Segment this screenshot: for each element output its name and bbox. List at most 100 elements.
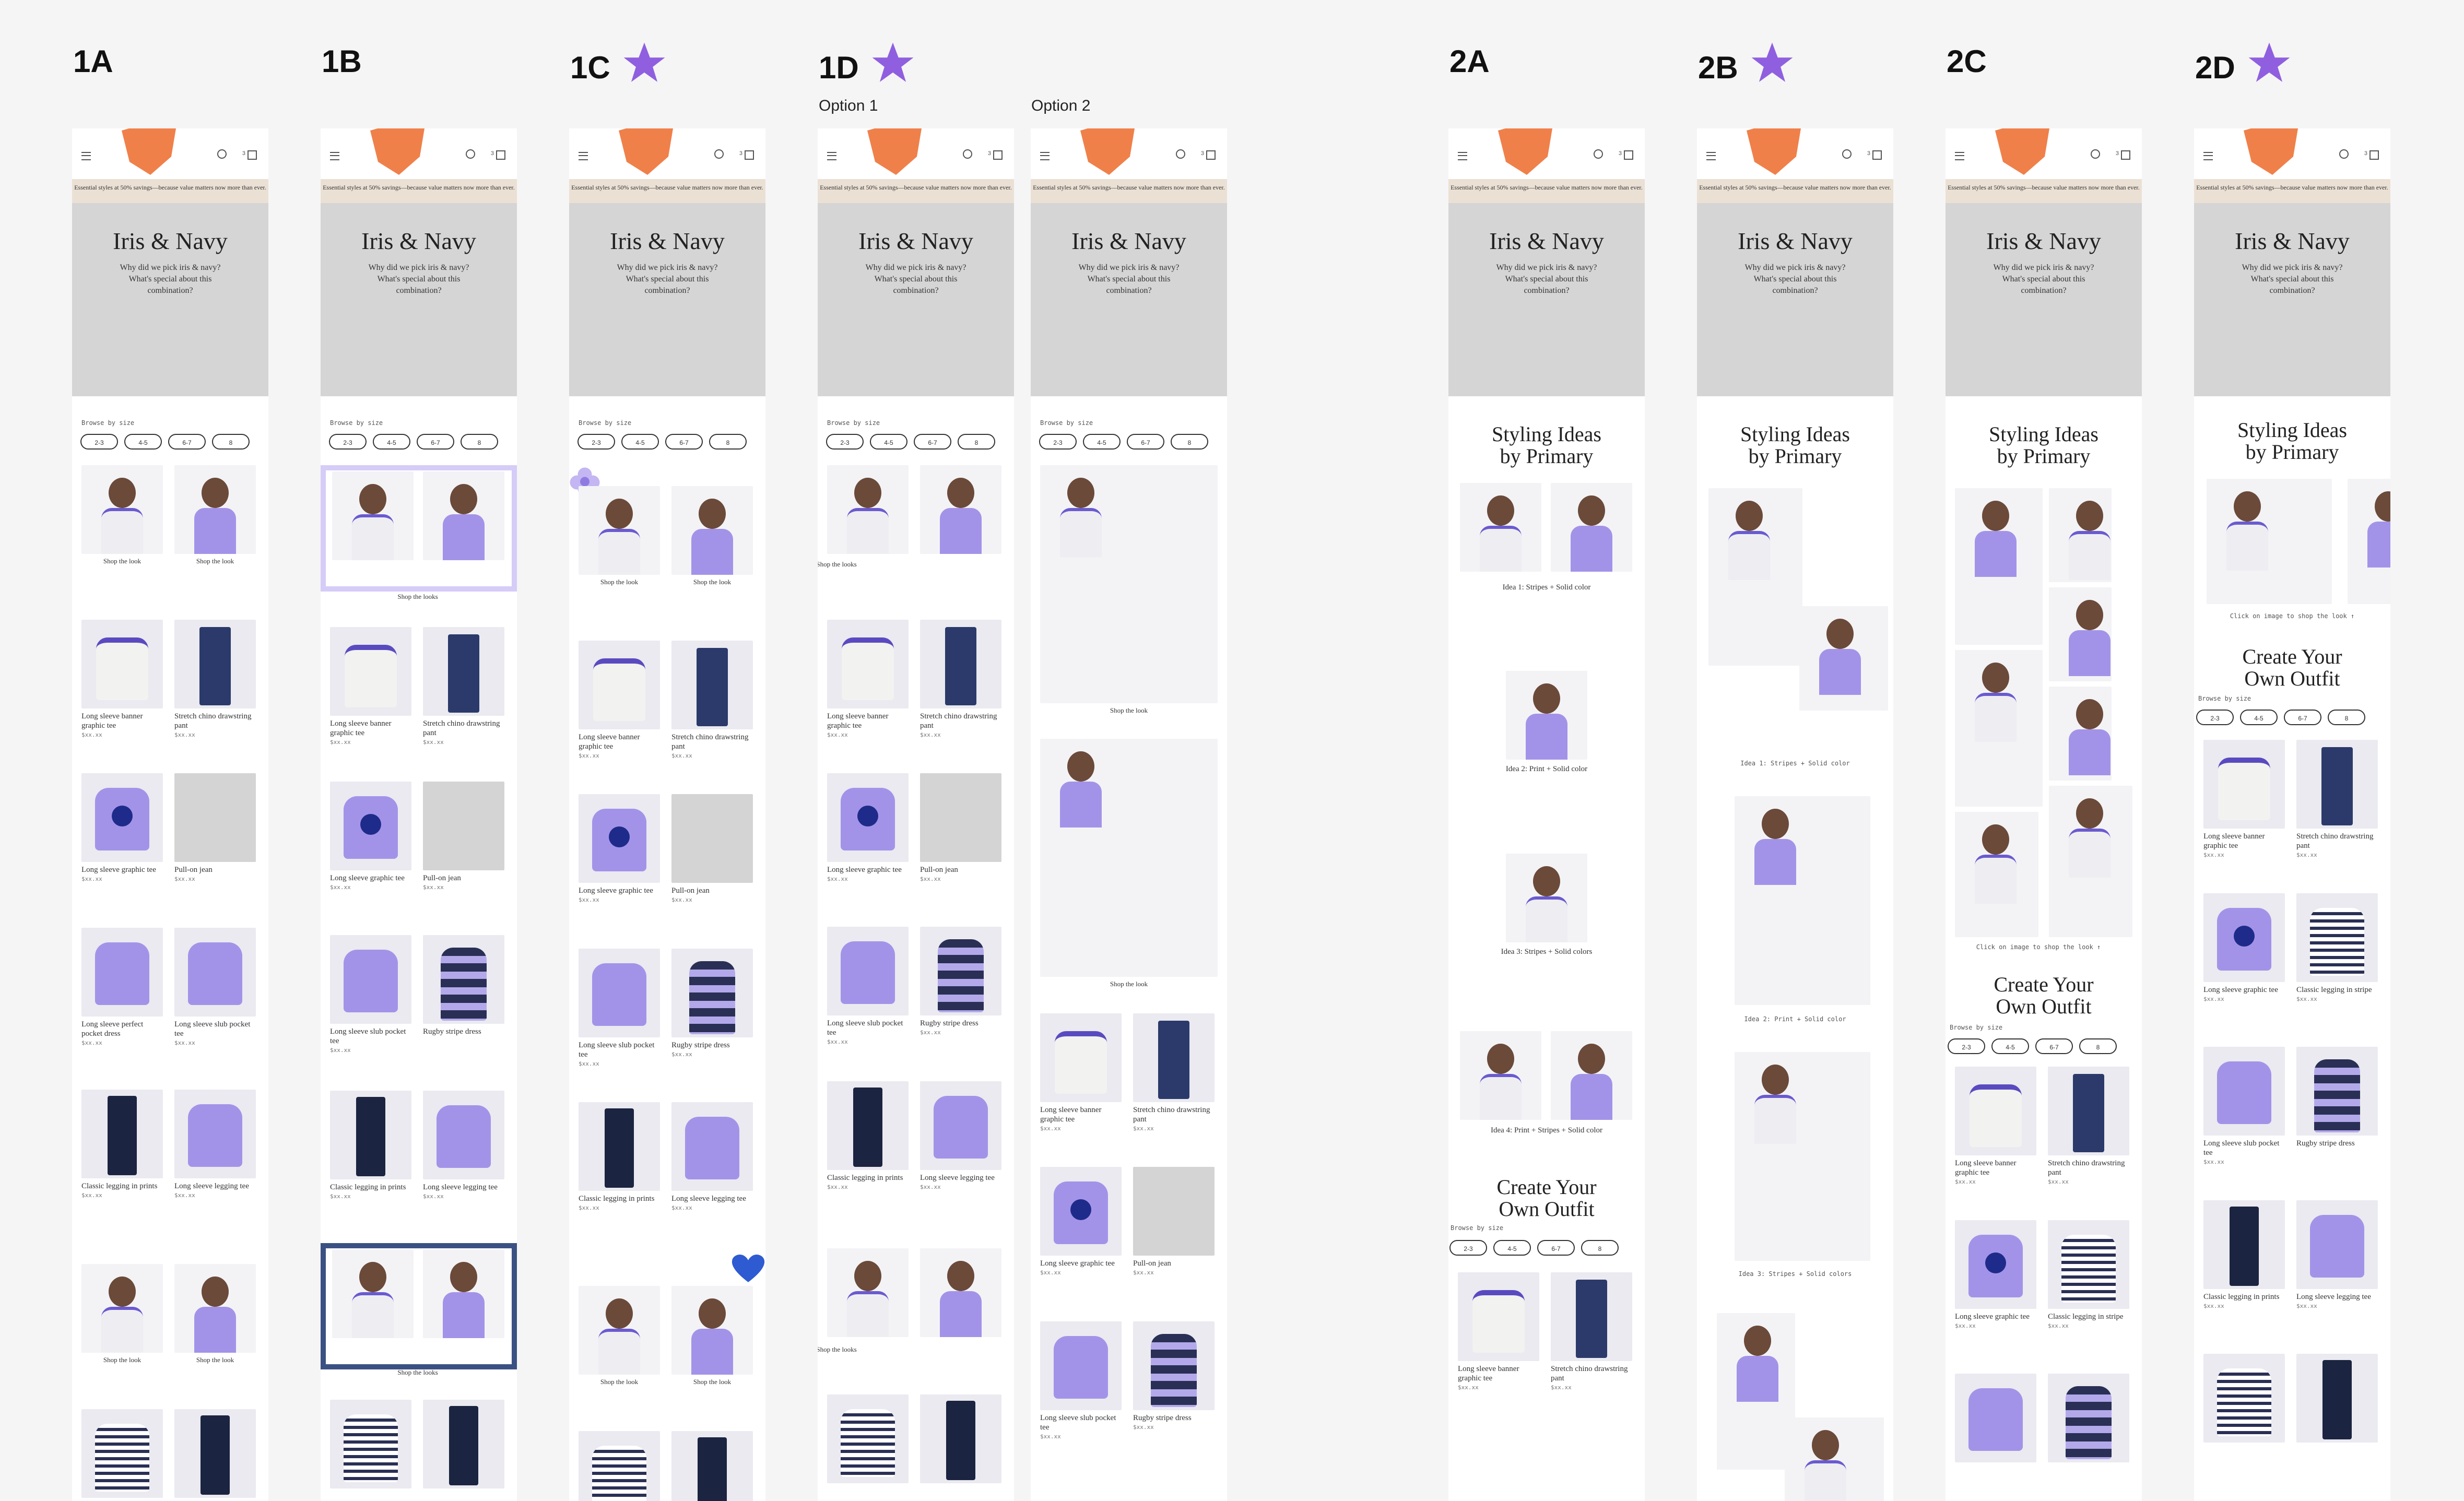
size-pill[interactable]: 2-3	[577, 434, 615, 450]
product-card[interactable]: Pull-on jean $xx.xx	[174, 773, 256, 882]
product-image[interactable]	[423, 782, 504, 870]
product-card[interactable]: Long sleeve graphic tee $xx.xx	[1040, 1167, 1122, 1276]
product-card[interactable]	[671, 1431, 753, 1501]
product-card[interactable]: Long sleeve banner graphic tee $xx.xx	[1955, 1067, 2036, 1185]
size-pill[interactable]: 8	[958, 434, 995, 450]
look-photo[interactable]	[1506, 671, 1587, 760]
product-card[interactable]: Long sleeve banner graphic tee $xx.xx	[2203, 740, 2285, 858]
look-image[interactable]	[2049, 687, 2112, 781]
product-image[interactable]	[1040, 1167, 1122, 1256]
product-image[interactable]	[1133, 1167, 1215, 1256]
look-image[interactable]	[332, 1249, 414, 1338]
look-card[interactable]	[827, 465, 909, 554]
shopping-bag-icon[interactable]	[2369, 150, 2379, 160]
product-name[interactable]: Classic legging in prints	[2203, 1292, 2285, 1302]
product-image[interactable]	[81, 1090, 163, 1178]
product-name[interactable]: Long sleeve banner graphic tee	[827, 712, 909, 730]
look-card[interactable]	[827, 1248, 909, 1337]
product-image[interactable]	[671, 1102, 753, 1191]
product-card[interactable]: Stretch chino drawstring pant $xx.xx	[2296, 740, 2378, 858]
product-name[interactable]: Stretch chino drawstring pant	[1133, 1105, 1215, 1124]
product-image[interactable]	[1551, 1272, 1632, 1361]
product-card[interactable]	[2048, 1374, 2129, 1462]
look-card[interactable]	[423, 471, 504, 560]
product-card[interactable]: Long sleeve banner graphic tee $xx.xx	[579, 641, 660, 759]
size-pill[interactable]: 2-3	[329, 434, 367, 450]
look-image[interactable]	[671, 1286, 753, 1375]
product-image[interactable]	[1955, 1374, 2036, 1462]
product-card[interactable]	[1955, 1374, 2036, 1462]
product-name[interactable]: Long sleeve perfect pocket dress	[81, 1020, 163, 1038]
look-photo[interactable]	[1551, 483, 1632, 572]
size-pill[interactable]: 8	[461, 434, 498, 450]
primary-logo[interactable]	[119, 128, 176, 178]
look-image[interactable]	[2049, 587, 2112, 681]
product-card[interactable]	[920, 1394, 1001, 1483]
product-name[interactable]: Rugby stripe dress	[920, 1019, 1001, 1028]
size-pill[interactable]: 8	[1581, 1240, 1619, 1256]
size-pill[interactable]: 4-5	[870, 434, 907, 450]
size-pill[interactable]: 4-5	[2240, 710, 2278, 725]
search-icon[interactable]	[217, 149, 227, 159]
search-icon[interactable]	[1594, 149, 1603, 159]
product-image[interactable]	[920, 927, 1001, 1015]
look-image[interactable]	[579, 1286, 660, 1375]
product-image[interactable]	[579, 1102, 660, 1191]
product-name[interactable]: Rugby stripe dress	[671, 1041, 753, 1050]
size-pill[interactable]: 2-3	[1039, 434, 1077, 450]
product-name[interactable]: Stretch chino drawstring pant	[2296, 832, 2378, 850]
product-image[interactable]	[423, 1091, 504, 1179]
size-pill[interactable]: 8	[709, 434, 747, 450]
shop-looks-link[interactable]: Shop the looks	[818, 1345, 877, 1354]
look-image[interactable]	[332, 471, 414, 560]
product-image[interactable]	[2048, 1220, 2129, 1309]
product-card[interactable]: Long sleeve graphic tee $xx.xx	[2203, 893, 2285, 1002]
look-card[interactable]: Shop the look	[579, 1286, 660, 1386]
primary-logo[interactable]	[616, 128, 674, 178]
product-image[interactable]	[579, 1431, 660, 1501]
look-card[interactable]: Shop the look	[81, 1264, 163, 1364]
look-image[interactable]	[174, 465, 256, 554]
look-image[interactable]	[1040, 739, 1218, 977]
product-card[interactable]	[2296, 1354, 2378, 1443]
product-card[interactable]: Pull-on jean $xx.xx	[920, 773, 1001, 882]
product-card[interactable]: Rugby stripe dress $xx.xx	[1133, 1321, 1215, 1431]
look-image[interactable]	[671, 486, 753, 575]
product-name[interactable]: Long sleeve legging tee	[423, 1183, 504, 1192]
product-image[interactable]	[920, 1394, 1001, 1483]
look-image[interactable]	[1506, 671, 1587, 760]
size-pill[interactable]: 2-3	[1948, 1038, 1985, 1054]
look-photo[interactable]	[1551, 1031, 1632, 1120]
shop-look-link[interactable]: Shop the look	[174, 557, 256, 565]
product-image[interactable]	[423, 935, 504, 1024]
product-name[interactable]: Stretch chino drawstring pant	[423, 719, 504, 738]
product-image[interactable]	[2296, 1047, 2378, 1136]
size-pill[interactable]: 4-5	[1493, 1240, 1531, 1256]
shopping-bag-icon[interactable]	[745, 150, 754, 160]
look-image[interactable]	[81, 1264, 163, 1353]
product-image[interactable]	[2203, 1354, 2285, 1443]
product-card[interactable]: Classic legging in prints $xx.xx	[827, 1081, 909, 1190]
product-image[interactable]	[2048, 1067, 2129, 1155]
product-image[interactable]	[827, 927, 909, 1015]
product-card[interactable]: Long sleeve banner graphic tee $xx.xx	[1458, 1272, 1539, 1391]
look-image[interactable]	[174, 1264, 256, 1353]
product-name[interactable]: Classic legging in prints	[827, 1173, 909, 1183]
product-name[interactable]: Rugby stripe dress	[1133, 1413, 1215, 1423]
product-image[interactable]	[330, 935, 411, 1024]
product-name[interactable]: Pull-on jean	[174, 865, 256, 874]
product-card[interactable]: Stretch chino drawstring pant $xx.xx	[423, 627, 504, 746]
product-image[interactable]	[174, 928, 256, 1017]
product-card[interactable]: Long sleeve banner graphic tee $xx.xx	[827, 620, 909, 738]
product-image[interactable]	[330, 1091, 411, 1179]
product-name[interactable]: Long sleeve banner graphic tee	[1040, 1105, 1122, 1124]
size-pill[interactable]: 6-7	[1127, 434, 1164, 450]
size-pill[interactable]: 4-5	[621, 434, 659, 450]
product-image[interactable]	[174, 1090, 256, 1178]
search-icon[interactable]	[2091, 149, 2100, 159]
product-name[interactable]: Long sleeve slub pocket tee	[1040, 1413, 1122, 1432]
look-image[interactable]	[1460, 1031, 1541, 1120]
look-image[interactable]	[2348, 479, 2390, 604]
product-name[interactable]: Long sleeve legging tee	[671, 1194, 753, 1203]
search-icon[interactable]	[2339, 149, 2349, 159]
